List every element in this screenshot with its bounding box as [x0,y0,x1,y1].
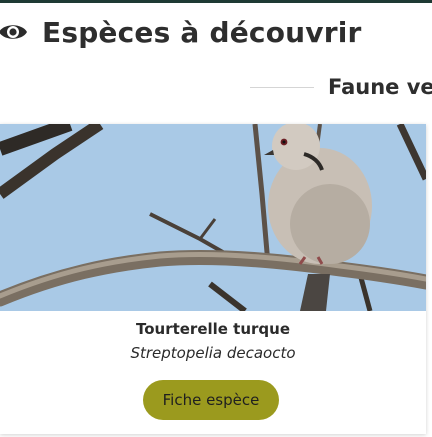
species-card[interactable]: Tourterelle turque Streptopelia decaocto… [0,124,426,434]
species-latin-name: Streptopelia decaocto [130,344,296,362]
category-heading-row: Faune ve [250,72,432,102]
species-sheet-button[interactable]: Fiche espèce [143,380,279,420]
top-border [0,0,432,3]
section-header: Espèces à découvrir [0,12,362,52]
category-heading: Faune ve [328,75,432,99]
species-photo [0,124,426,311]
species-common-name: Tourterelle turque [135,320,291,338]
eye-icon [0,25,27,39]
heading-divider [250,86,314,88]
page-title: Espèces à découvrir [42,15,362,49]
